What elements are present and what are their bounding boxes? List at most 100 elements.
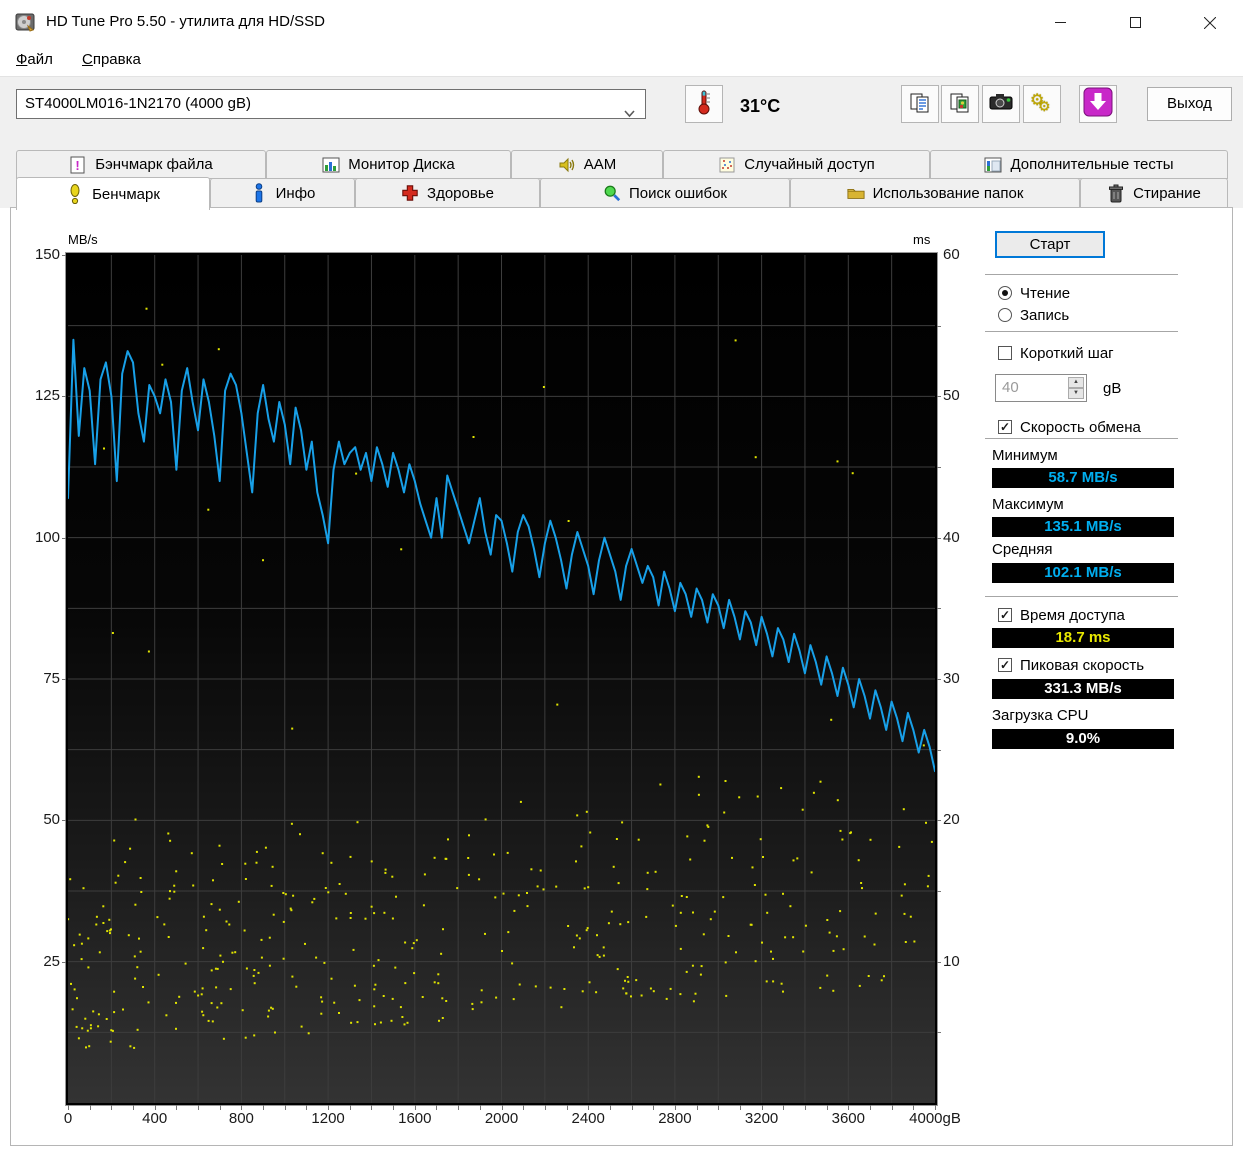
- access-time-dot: [173, 890, 176, 893]
- tab-label: Дополнительные тесты: [1010, 156, 1174, 173]
- access-time-dot: [413, 972, 416, 975]
- x-axis-tick: [306, 1105, 308, 1110]
- save-results-button[interactable]: [1079, 85, 1117, 123]
- screenshot-button[interactable]: [982, 85, 1020, 123]
- access-time-dot: [384, 868, 387, 871]
- short-stride-checkbox[interactable]: [998, 346, 1012, 360]
- tab-label: Здоровье: [427, 184, 494, 202]
- tab-error-scan[interactable]: Поиск ошибок: [540, 178, 790, 208]
- access-time-dot: [355, 472, 358, 475]
- menu-help[interactable]: Справка: [82, 51, 141, 68]
- access-time-dot: [536, 885, 539, 888]
- burst-rate-checkbox[interactable]: ✓: [998, 658, 1012, 672]
- access-time-dot: [471, 1008, 474, 1011]
- tab-health[interactable]: Здоровье: [355, 178, 540, 208]
- access-time-dot: [383, 911, 386, 914]
- access-time-dot: [219, 954, 222, 957]
- tab-disk-monitor[interactable]: Монитор Диска: [266, 150, 511, 179]
- access-time-dot: [114, 881, 117, 884]
- exit-button[interactable]: Выход: [1147, 87, 1232, 121]
- average-label: Средняя: [992, 541, 1053, 558]
- temperature-button[interactable]: [685, 85, 723, 123]
- access-time-dot: [646, 888, 649, 891]
- access-time-dot: [734, 339, 737, 342]
- access-time-dot: [832, 989, 835, 992]
- close-button[interactable]: [1187, 0, 1233, 45]
- access-time-dot: [268, 964, 271, 967]
- y-left-axis-tick: [62, 820, 66, 822]
- x-axis-tick: [891, 1105, 893, 1110]
- transfer-rate-checkbox[interactable]: ✓: [998, 420, 1012, 434]
- access-time-checkbox[interactable]: ✓: [998, 608, 1012, 622]
- maximize-button[interactable]: [1112, 0, 1158, 45]
- tab-random-access[interactable]: Случайный доступ: [663, 150, 930, 179]
- access-time-dot: [313, 897, 316, 900]
- access-time-dot: [109, 932, 111, 935]
- access-time-dot: [102, 905, 105, 908]
- access-time-dot: [225, 920, 228, 923]
- access-time-dot: [140, 891, 143, 893]
- access-time-dot: [765, 980, 768, 983]
- access-time-dot: [84, 1017, 87, 1020]
- access-time-dot: [272, 913, 275, 916]
- access-time-dot: [472, 436, 475, 438]
- read-radio[interactable]: [998, 286, 1012, 300]
- tab-aam[interactable]: AAM: [511, 150, 663, 179]
- tab-folder-usage[interactable]: Использование папок: [790, 178, 1080, 208]
- tab-erase[interactable]: Стирание: [1080, 178, 1228, 208]
- tab-extra-tests[interactable]: Дополнительные тесты: [930, 150, 1228, 179]
- y-right-axis-tick: [937, 749, 941, 751]
- access-time-dot: [122, 1008, 124, 1011]
- copy-image-button[interactable]: [941, 85, 979, 123]
- start-button[interactable]: Старт: [995, 231, 1105, 258]
- minimize-button[interactable]: [1037, 0, 1083, 45]
- access-time-dot: [356, 1021, 359, 1024]
- stepper-down-button[interactable]: ▼: [1068, 388, 1084, 399]
- access-time-dot: [205, 929, 208, 932]
- access-time-dot: [391, 997, 394, 1000]
- access-time-dot: [70, 982, 72, 985]
- tab-file-benchmark[interactable]: ! Бэнчмарк файла: [16, 150, 266, 179]
- x-axis-tick: [133, 1105, 135, 1110]
- access-time-dot: [780, 787, 783, 790]
- tab-benchmark[interactable]: Бенчмарк: [16, 177, 210, 210]
- access-time-dot: [271, 865, 274, 868]
- access-time-dot: [589, 831, 592, 834]
- window-title: HD Tune Pro 5.50 - утилита для HD/SSD: [46, 13, 325, 30]
- menu-file[interactable]: Файл: [16, 51, 53, 68]
- stride-size-stepper[interactable]: 40 ▲ ▼: [995, 374, 1087, 402]
- access-time-dot: [883, 975, 885, 978]
- access-time-dot: [71, 1008, 74, 1011]
- access-time-dot: [764, 893, 767, 896]
- access-time-dot: [902, 808, 905, 811]
- access-time-dot: [575, 934, 578, 937]
- access-time-dot: [669, 987, 672, 990]
- access-time-dot: [374, 1023, 376, 1026]
- access-time-dot: [257, 971, 260, 974]
- access-time-dot: [103, 447, 105, 450]
- extra-tests-icon: [984, 156, 1002, 174]
- access-time-dot: [645, 915, 648, 918]
- stepper-up-button[interactable]: ▲: [1068, 377, 1084, 388]
- access-time-dot: [406, 1021, 409, 1024]
- access-time-dot: [411, 947, 414, 950]
- drive-select-dropdown[interactable]: ST4000LM016-1N2170 (4000 gB): [16, 89, 646, 119]
- x-axis-tick: [804, 1105, 806, 1110]
- access-time-dot: [542, 386, 545, 388]
- access-time-dot: [260, 938, 263, 941]
- tab-info[interactable]: Инфо: [210, 178, 355, 208]
- access-time-dot: [404, 941, 407, 944]
- title-bar: HD Tune Pro 5.50 - утилита для HD/SSD: [0, 0, 1243, 45]
- access-time-dot: [98, 951, 101, 954]
- access-time-dot: [700, 965, 703, 968]
- x-axis-tick: [349, 1105, 351, 1110]
- write-radio[interactable]: [998, 308, 1012, 322]
- access-time-dot: [253, 969, 256, 971]
- tab-label: Инфо: [275, 184, 316, 202]
- access-time-dot: [874, 912, 877, 915]
- copy-text-button[interactable]: [901, 85, 939, 123]
- y-right-axis-tick: [937, 396, 941, 398]
- access-time-dot: [400, 548, 403, 551]
- access-time-dot: [772, 980, 775, 983]
- settings-button[interactable]: ⚙ ⚙: [1023, 85, 1061, 123]
